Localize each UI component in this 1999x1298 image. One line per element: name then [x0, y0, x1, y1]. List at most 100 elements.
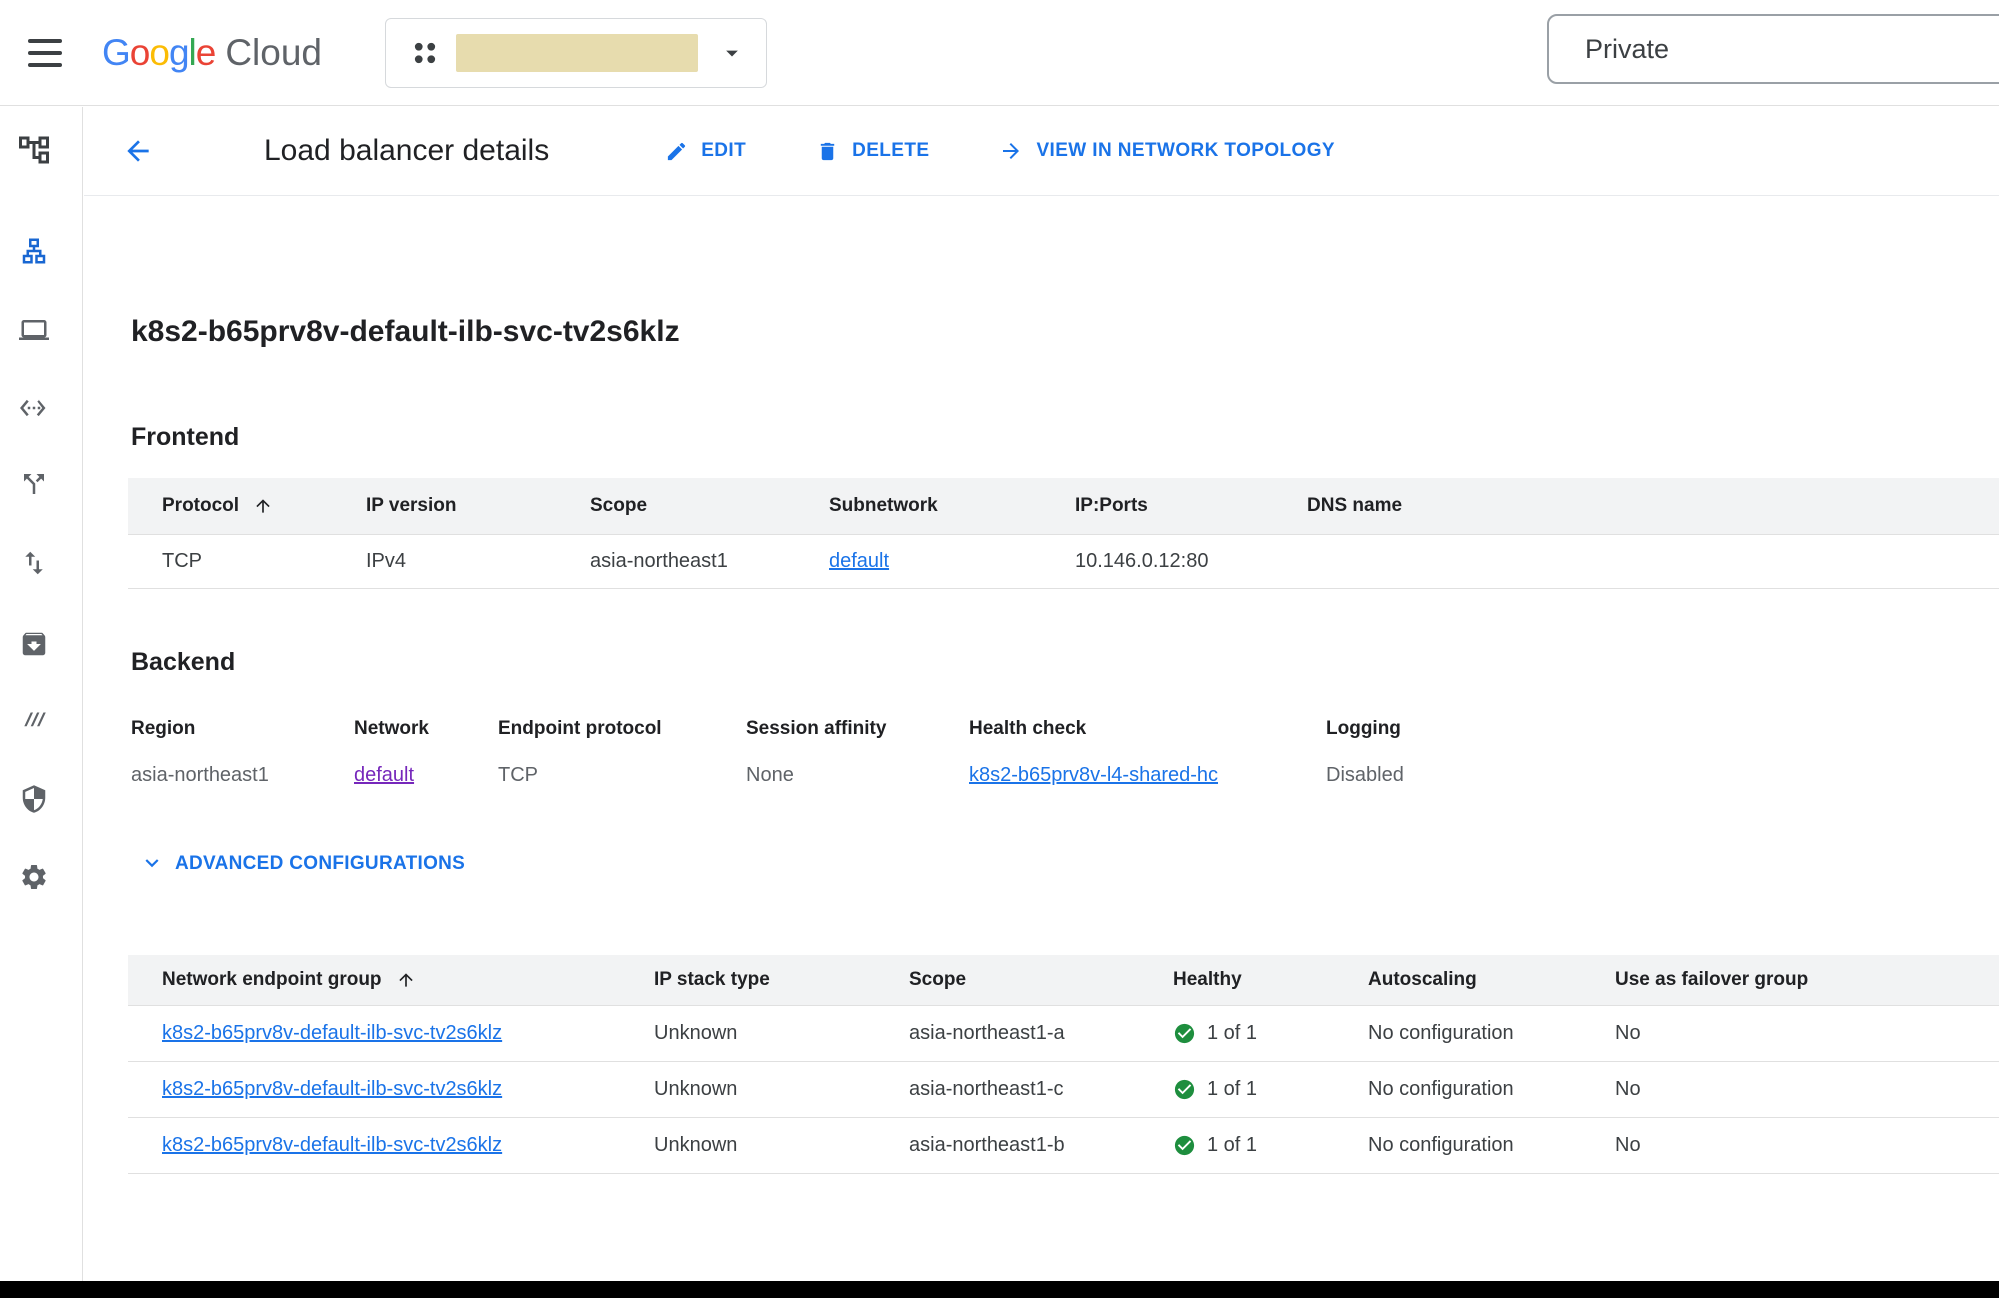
healthy-count: 1 of 1	[1207, 1078, 1257, 1101]
column-header-scope[interactable]: Scope	[909, 969, 1173, 991]
field-label: Region	[131, 717, 344, 741]
advanced-configurations-toggle[interactable]: ADVANCED CONFIGURATIONS	[139, 851, 465, 877]
table-row: k8s2-b65prv8v-default-ilb-svc-tv2s6klz U…	[128, 1006, 1999, 1062]
cell-healthy: 1 of 1	[1173, 1022, 1368, 1045]
view-in-network-topology-button[interactable]: VIEW IN NETWORK TOPOLOGY	[995, 133, 1338, 169]
backend-field-session-affinity: Session affinity None	[746, 717, 969, 787]
column-header-subnetwork[interactable]: Subnetwork	[829, 495, 1075, 517]
network-endpoint-group-link[interactable]: k8s2-b65prv8v-default-ilb-svc-tv2s6klz	[162, 1134, 502, 1156]
archive-icon[interactable]	[13, 623, 55, 665]
frontend-heading: Frontend	[131, 422, 1999, 452]
backend-services-icon[interactable]	[13, 309, 55, 351]
cell-scope: asia-northeast1	[590, 550, 829, 573]
column-header-ip-stack-type[interactable]: IP stack type	[654, 969, 909, 991]
delete-button[interactable]: DELETE	[812, 134, 933, 169]
cell-ip-stack-type: Unknown	[654, 1078, 909, 1101]
column-header-healthy[interactable]: Healthy	[1173, 969, 1368, 991]
logo-letter: e	[196, 32, 216, 74]
cell-healthy: 1 of 1	[1173, 1078, 1368, 1101]
cell-ip-stack-type: Unknown	[654, 1022, 909, 1045]
cell-autoscaling: No configuration	[1368, 1078, 1615, 1101]
header-actions: EDIT DELETE VIEW IN NETWORK TOPOLOGY	[661, 133, 1339, 169]
network-topology-icon[interactable]	[13, 129, 55, 171]
load-balancer-name: k8s2-b65prv8v-default-ilb-svc-tv2s6klz	[131, 314, 1999, 350]
advanced-configurations-label: ADVANCED CONFIGURATIONS	[175, 853, 465, 875]
healthy-check-icon	[1173, 1134, 1196, 1157]
import-export-icon[interactable]	[13, 542, 55, 584]
frontend-table-header: Protocol IP version Scope Subnetwork IP:…	[128, 478, 1999, 535]
page-title: Load balancer details	[264, 134, 549, 168]
security-shield-icon[interactable]	[13, 778, 55, 820]
logo-letter: o	[149, 32, 169, 74]
private-badge[interactable]: Private	[1547, 14, 1999, 84]
logo-cloud-text: Cloud	[225, 32, 322, 74]
column-header-ip-version[interactable]: IP version	[366, 495, 590, 517]
network-endpoint-group-link[interactable]: k8s2-b65prv8v-default-ilb-svc-tv2s6klz	[162, 1078, 502, 1100]
neg-table-header: Network endpoint group IP stack type Sco…	[128, 955, 1999, 1006]
healthy-check-icon	[1173, 1022, 1196, 1045]
column-header-failover[interactable]: Use as failover group	[1615, 969, 1999, 991]
edit-button[interactable]: EDIT	[661, 134, 750, 169]
cell-autoscaling: No configuration	[1368, 1022, 1615, 1045]
network-endpoint-group-link[interactable]: k8s2-b65prv8v-default-ilb-svc-tv2s6klz	[162, 1022, 502, 1044]
field-value: Disabled	[1326, 763, 1989, 787]
column-header-autoscaling[interactable]: Autoscaling	[1368, 969, 1615, 991]
network-link[interactable]: default	[354, 764, 414, 786]
trash-icon	[816, 140, 839, 163]
project-selector[interactable]	[385, 18, 767, 88]
backend-field-endpoint-protocol: Endpoint protocol TCP	[498, 717, 746, 787]
traffic-director-icon[interactable]	[13, 463, 55, 505]
column-header-ip-ports[interactable]: IP:Ports	[1075, 495, 1307, 517]
cell-scope: asia-northeast1-b	[909, 1134, 1173, 1157]
column-header-network-endpoint-group[interactable]: Network endpoint group	[128, 969, 654, 991]
logo-letter: l	[189, 32, 196, 74]
sort-ascending-icon	[253, 496, 273, 516]
back-arrow-icon[interactable]	[116, 129, 160, 173]
backend-field-region: Region asia-northeast1	[131, 717, 354, 787]
logo-letter: o	[130, 32, 150, 74]
network-endpoint-icon[interactable]	[13, 387, 55, 429]
field-label: Endpoint protocol	[498, 717, 736, 741]
column-header-neg-label: Network endpoint group	[162, 969, 382, 991]
topbar: Google Cloud Private	[0, 0, 1999, 106]
field-label: Session affinity	[746, 717, 959, 741]
field-label: Network	[354, 717, 488, 741]
pencil-icon	[665, 140, 688, 163]
backend-field-health-check: Health check k8s2-b65prv8v-l4-shared-hc	[969, 717, 1326, 787]
project-icon	[410, 38, 440, 68]
sidebar	[0, 107, 83, 1281]
field-value: TCP	[498, 763, 736, 787]
cell-autoscaling: No configuration	[1368, 1134, 1615, 1157]
view-in-network-topology-label: VIEW IN NETWORK TOPOLOGY	[1036, 140, 1334, 162]
column-header-protocol[interactable]: Protocol	[128, 495, 366, 517]
project-name-redacted	[456, 34, 698, 72]
backend-fields: Region asia-northeast1 Network default E…	[131, 717, 1999, 787]
edit-button-label: EDIT	[701, 140, 746, 162]
settings-gear-icon[interactable]	[13, 856, 55, 898]
field-value: None	[746, 763, 959, 787]
logo-letter: g	[169, 32, 189, 74]
field-label: Logging	[1326, 717, 1989, 741]
frontend-table-row: TCP IPv4 asia-northeast1 default 10.146.…	[128, 535, 1999, 589]
cell-failover: No	[1615, 1134, 1999, 1157]
table-row: k8s2-b65prv8v-default-ilb-svc-tv2s6klz U…	[128, 1062, 1999, 1118]
column-header-scope[interactable]: Scope	[590, 495, 829, 517]
page-header: Load balancer details EDIT DELETE VIEW I…	[84, 107, 1999, 196]
private-label: Private	[1585, 34, 1669, 65]
delete-button-label: DELETE	[852, 140, 929, 162]
cell-protocol: TCP	[128, 550, 366, 573]
cell-healthy: 1 of 1	[1173, 1134, 1368, 1157]
cell-ip-ports: 10.146.0.12:80	[1075, 550, 1307, 573]
backend-heading: Backend	[131, 647, 1999, 677]
load-balancing-icon[interactable]	[13, 230, 55, 272]
hamburger-menu-icon[interactable]	[18, 25, 74, 81]
field-value: asia-northeast1	[131, 763, 344, 787]
table-row: k8s2-b65prv8v-default-ilb-svc-tv2s6klz U…	[128, 1118, 1999, 1174]
backend-field-logging: Logging Disabled	[1326, 717, 1999, 787]
usage-metrics-icon[interactable]	[13, 699, 55, 741]
cell-failover: No	[1615, 1022, 1999, 1045]
column-header-dns-name[interactable]: DNS name	[1307, 495, 1999, 517]
health-check-link[interactable]: k8s2-b65prv8v-l4-shared-hc	[969, 764, 1218, 786]
subnetwork-link[interactable]: default	[829, 550, 889, 572]
cell-ip-version: IPv4	[366, 550, 590, 573]
